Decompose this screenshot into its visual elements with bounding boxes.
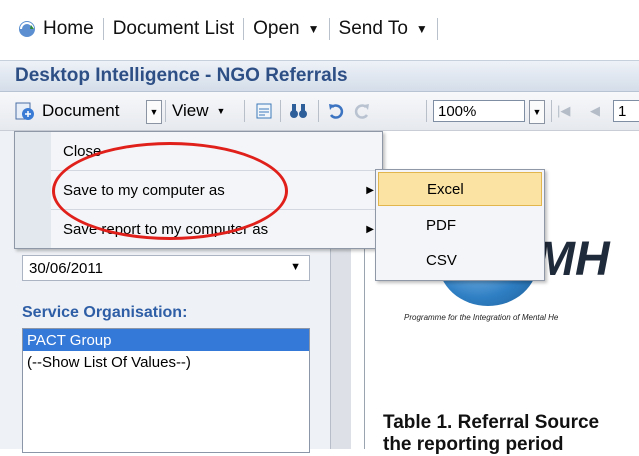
home-label: Home bbox=[43, 18, 94, 39]
submenu-arrow-icon: ▶ bbox=[366, 184, 374, 196]
document-title-bar: Desktop Intelligence - NGO Referrals bbox=[0, 60, 639, 92]
viewer-toolbar: Document ▼ View ▼ 100% ▼ |◀ ◀ 1 bbox=[0, 92, 639, 131]
binoculars-icon bbox=[290, 104, 307, 118]
toolbar-divider bbox=[244, 100, 245, 122]
redo-icon bbox=[354, 104, 369, 119]
document-map-button[interactable] bbox=[254, 99, 276, 123]
first-page-button[interactable]: |◀ bbox=[557, 99, 570, 123]
chevron-down-icon: ▼ bbox=[290, 261, 301, 273]
document-list-link[interactable]: Document List bbox=[104, 16, 243, 42]
submenu-item-label: Excel bbox=[427, 180, 464, 198]
service-organisation-list[interactable]: PACT Group (--Show List Of Values--) bbox=[22, 328, 310, 453]
document-menu-button[interactable]: Document bbox=[14, 99, 119, 123]
service-organisation-label: Service Organisation: bbox=[22, 304, 188, 321]
annotation-highlight-ellipse bbox=[52, 142, 288, 240]
submenu-item-excel[interactable]: Excel bbox=[378, 172, 542, 206]
page-number-input[interactable]: 1 bbox=[613, 100, 639, 122]
find-button[interactable] bbox=[288, 99, 310, 123]
toolbar-divider bbox=[165, 100, 166, 122]
submenu-item-csv[interactable]: CSV bbox=[378, 243, 542, 277]
logo-tagline: Programme for the Integration of Mental … bbox=[404, 313, 559, 322]
list-item[interactable]: PACT Group bbox=[23, 329, 309, 351]
table-title-line: Table 1. Referral Source bbox=[383, 412, 600, 433]
send-to-menu-button[interactable]: Send To ▼ bbox=[330, 16, 437, 42]
save-format-submenu: Excel PDF CSV bbox=[375, 169, 545, 281]
page-number-value: 1 bbox=[618, 102, 627, 120]
date-select[interactable]: 30/06/2011 ▼ bbox=[22, 255, 310, 281]
redo-button[interactable] bbox=[352, 99, 372, 123]
zoom-value: 100% bbox=[438, 102, 477, 120]
first-page-icon: |◀ bbox=[557, 103, 571, 118]
submenu-item-pdf[interactable]: PDF bbox=[378, 208, 542, 242]
home-icon bbox=[19, 21, 35, 37]
send-to-label: Send To bbox=[338, 18, 408, 39]
toolbar-divider bbox=[426, 100, 427, 122]
previous-page-button[interactable]: ◀ bbox=[590, 99, 600, 123]
zoom-select[interactable]: 100% bbox=[433, 100, 525, 122]
view-menu-label: View bbox=[172, 101, 209, 120]
submenu-item-label: CSV bbox=[426, 251, 457, 269]
chevron-down-icon: ▼ bbox=[415, 22, 428, 36]
date-value: 30/06/2011 bbox=[29, 259, 103, 277]
document-menu-label: Document bbox=[42, 101, 120, 120]
table-title-line: the reporting period bbox=[383, 434, 564, 455]
list-item[interactable]: (--Show List Of Values--) bbox=[23, 351, 309, 373]
undo-icon bbox=[329, 104, 344, 119]
top-nav: Home Document List Open ▼ Send To ▼ bbox=[8, 16, 438, 42]
top-navigation-bar: Home Document List Open ▼ Send To ▼ bbox=[0, 0, 639, 58]
open-menu-button[interactable]: Open ▼ bbox=[244, 16, 328, 42]
toolbar-divider bbox=[551, 100, 552, 122]
document-dropdown-arrow[interactable]: ▼ bbox=[146, 100, 162, 124]
toolbar-divider bbox=[318, 100, 319, 122]
previous-page-icon: ◀ bbox=[590, 103, 600, 118]
home-link[interactable]: Home bbox=[8, 16, 103, 42]
open-label: Open bbox=[253, 18, 300, 39]
zoom-dropdown-arrow[interactable]: ▼ bbox=[529, 100, 545, 124]
logo-text: MH bbox=[535, 233, 610, 286]
page-title: Desktop Intelligence - NGO Referrals bbox=[15, 65, 348, 86]
toolbar-divider bbox=[280, 100, 281, 122]
document-icon bbox=[15, 102, 34, 120]
chevron-down-icon: ▼ bbox=[216, 106, 226, 116]
view-menu-button[interactable]: View ▼ bbox=[172, 99, 225, 123]
chevron-down-icon: ▼ bbox=[307, 22, 320, 36]
undo-button[interactable] bbox=[326, 99, 346, 123]
document-list-label: Document List bbox=[112, 18, 235, 39]
document-map-icon bbox=[256, 103, 272, 119]
submenu-item-label: PDF bbox=[426, 216, 456, 234]
table-title: Table 1. Referral Source the reporting p… bbox=[383, 412, 599, 456]
submenu-arrow-icon: ▶ bbox=[366, 223, 374, 235]
nav-divider bbox=[436, 18, 438, 40]
